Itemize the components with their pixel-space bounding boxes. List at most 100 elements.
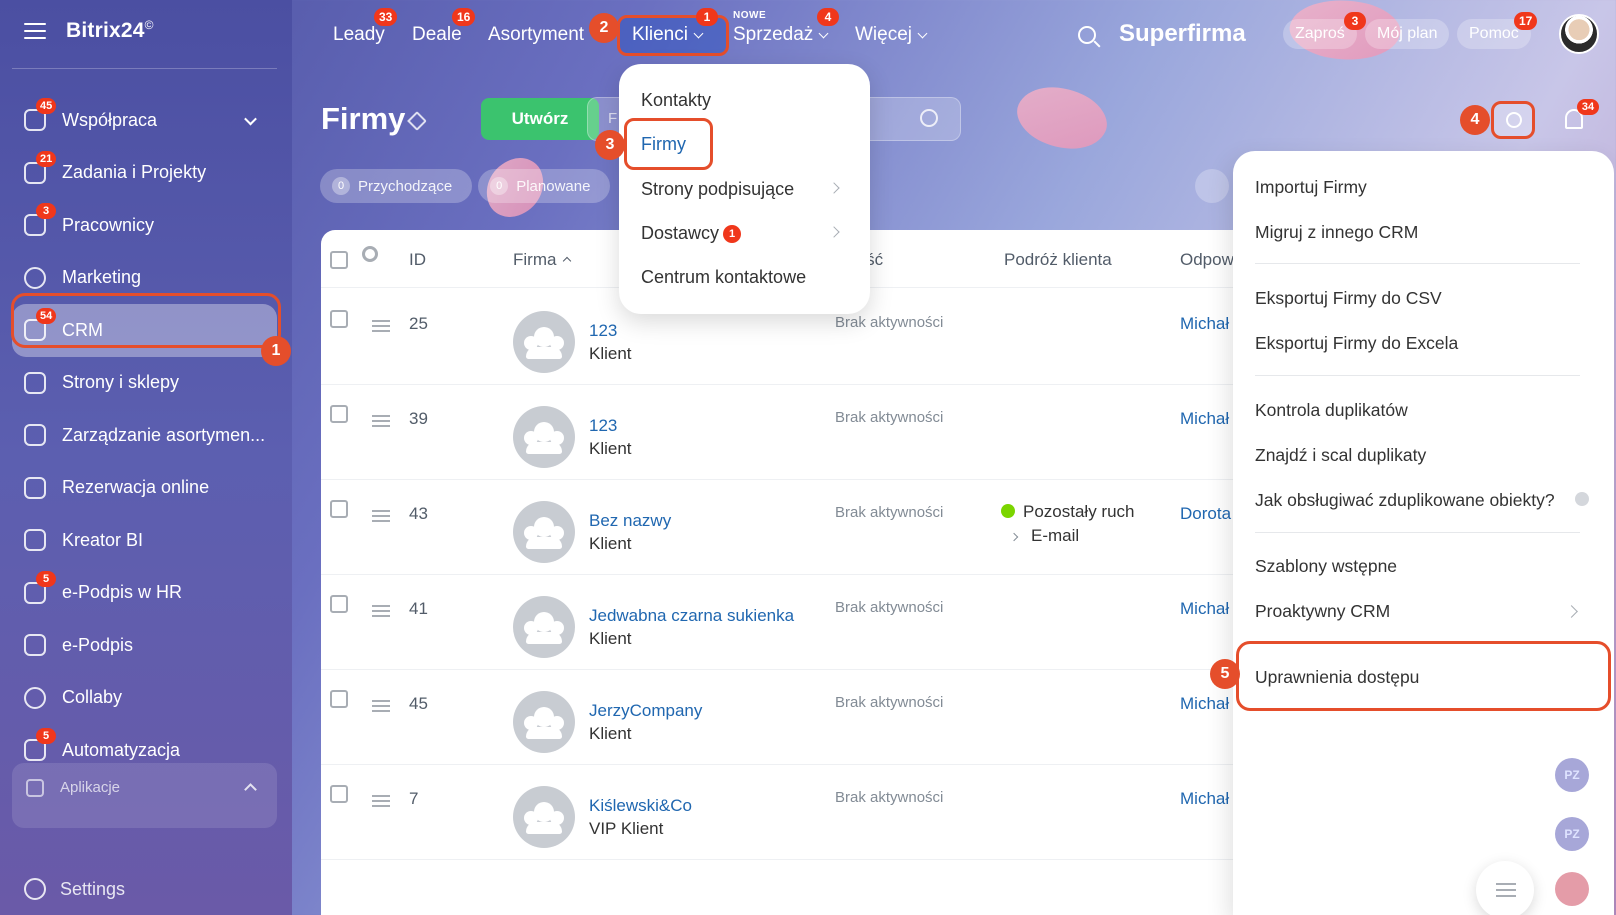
sidebar-item-tasks[interactable]: 21 Zadania i Projekty bbox=[12, 147, 277, 200]
search-icon[interactable] bbox=[1078, 26, 1096, 44]
menu-item-find-merge[interactable]: Znajdź i scal duplikaty bbox=[1255, 445, 1426, 466]
cell-responsible-link[interactable]: Dorota bbox=[1180, 504, 1231, 524]
sidebar-item-esign[interactable]: e-Podpis bbox=[12, 619, 277, 672]
topnav-sprzedaz[interactable]: Sprzedaż bbox=[733, 0, 829, 70]
company-name-link[interactable]: Bez nazwy bbox=[589, 511, 671, 531]
company-avatar-icon bbox=[513, 406, 575, 468]
company-name-link[interactable]: Jedwabna czarna sukienka bbox=[589, 606, 794, 626]
help-icon[interactable] bbox=[1574, 492, 1589, 506]
rail-camera-icon[interactable] bbox=[1555, 872, 1589, 906]
sidebar-item-esign-hr[interactable]: 5 e-Podpis w HR bbox=[12, 567, 277, 620]
drag-handle-icon[interactable] bbox=[372, 320, 390, 332]
topnav-klienci[interactable]: Klienci bbox=[632, 0, 704, 70]
sidebar-nav: 45 Współpraca 21 Zadania i Projekty 3 Pr… bbox=[12, 94, 277, 777]
menu-item-centrum-kontaktowe[interactable]: Centrum kontaktowe bbox=[641, 267, 806, 288]
topnav-asortyment[interactable]: Asortyment bbox=[488, 0, 584, 70]
background-petal bbox=[1008, 71, 1116, 165]
list-settings-button[interactable] bbox=[1491, 101, 1535, 139]
cell-responsible-link[interactable]: Michał bbox=[1180, 409, 1229, 429]
chevron-right-icon bbox=[1565, 605, 1578, 618]
menu-item-duplicate-help[interactable]: Jak obsługiwać zduplikowane obiekty? bbox=[1255, 490, 1589, 511]
list-menu-button[interactable] bbox=[1476, 861, 1534, 915]
sidebar-item-wspolpraca[interactable]: 45 Współpraca bbox=[12, 94, 277, 147]
sidebar-item-employees[interactable]: 3 Pracownicy bbox=[12, 199, 277, 252]
cell-activity: Brak aktywności bbox=[835, 789, 944, 806]
highlight-outline-firmy bbox=[624, 118, 713, 170]
menu-item-kontakty[interactable]: Kontakty bbox=[641, 90, 711, 111]
drag-handle-icon[interactable] bbox=[372, 415, 390, 427]
row-checkbox[interactable] bbox=[330, 690, 348, 708]
drag-handle-icon[interactable] bbox=[372, 795, 390, 807]
company-name-link[interactable]: 123 bbox=[589, 416, 617, 436]
search-icon[interactable] bbox=[920, 109, 938, 127]
sidebar-item-booking[interactable]: Rezerwacja online bbox=[12, 462, 277, 515]
menu-item-import[interactable]: Importuj Firmy bbox=[1255, 177, 1367, 198]
drag-handle-icon[interactable] bbox=[372, 700, 390, 712]
menu-item-templates[interactable]: Szablony wstępne bbox=[1255, 556, 1397, 577]
rail-avatar[interactable]: PZ bbox=[1555, 817, 1589, 851]
column-header-firma[interactable]: Firma bbox=[513, 250, 572, 270]
counter-incoming[interactable]: 0 Przychodzące bbox=[320, 169, 473, 203]
sidebar-item-bi[interactable]: Kreator BI bbox=[12, 514, 277, 567]
counter-badge: 34 bbox=[1577, 99, 1599, 115]
sidebar-settings[interactable]: Settings bbox=[24, 878, 125, 900]
menu-item-strony-podpisujace[interactable]: Strony podpisujące bbox=[641, 179, 794, 200]
create-button[interactable]: Utwórz bbox=[481, 98, 599, 140]
row-checkbox[interactable] bbox=[330, 785, 348, 803]
pin-icon[interactable] bbox=[407, 111, 427, 131]
menu-item-export-excel[interactable]: Eksportuj Firmy do Excela bbox=[1255, 333, 1458, 354]
counter-badge: 4 bbox=[817, 8, 839, 26]
row-checkbox[interactable] bbox=[330, 405, 348, 423]
chevron-up-icon[interactable] bbox=[244, 783, 257, 796]
settings-menu: Importuj Firmy Migruj z innego CRM Ekspo… bbox=[1233, 151, 1614, 915]
cell-responsible-link[interactable]: Michał bbox=[1180, 599, 1229, 619]
drag-handle-icon[interactable] bbox=[372, 605, 390, 617]
cell-id: 25 bbox=[409, 314, 428, 333]
chevron-down-icon bbox=[693, 28, 704, 38]
company-name-link[interactable]: JerzyCompany bbox=[589, 701, 702, 721]
sidebar-item-label: Collaby bbox=[62, 687, 123, 708]
menu-item-duplicate-control[interactable]: Kontrola duplikatów bbox=[1255, 400, 1408, 421]
sidebar-item-collaby[interactable]: Collaby bbox=[12, 672, 277, 725]
company-type: Klient bbox=[589, 629, 632, 648]
menu-item-migrate[interactable]: Migruj z innego CRM bbox=[1255, 222, 1418, 243]
cube-icon bbox=[26, 779, 44, 797]
gear-icon[interactable] bbox=[362, 246, 378, 262]
cell-responsible-link[interactable]: Michał bbox=[1180, 694, 1229, 714]
menu-item-proactive-crm[interactable]: Proaktywny CRM bbox=[1255, 601, 1390, 622]
select-all-checkbox[interactable] bbox=[330, 251, 348, 269]
row-checkbox[interactable] bbox=[330, 500, 348, 518]
drag-handle-icon[interactable] bbox=[372, 510, 390, 522]
brand-logo[interactable]: Bitrix24© bbox=[66, 18, 154, 43]
cell-id: 41 bbox=[409, 599, 428, 618]
row-checkbox[interactable] bbox=[330, 595, 348, 613]
column-header-responsible[interactable]: Odpow bbox=[1180, 250, 1234, 270]
menu-item-export-csv[interactable]: Eksportuj Firmy do CSV bbox=[1255, 288, 1442, 309]
sidebar-item-label: Marketing bbox=[62, 267, 142, 288]
column-header-id[interactable]: ID bbox=[409, 250, 426, 270]
settings-label: Settings bbox=[60, 878, 126, 899]
chevron-down-icon[interactable] bbox=[244, 112, 257, 126]
counter-badge: 21 bbox=[36, 150, 57, 167]
company-name[interactable]: Superfirma bbox=[1119, 20, 1246, 48]
refresh-icon[interactable] bbox=[1195, 169, 1229, 203]
company-name-link[interactable]: 123 bbox=[589, 321, 617, 341]
topnav-wiecej[interactable]: Więcej bbox=[855, 0, 928, 70]
counter-badge: 1 bbox=[723, 225, 742, 243]
counter-planned[interactable]: 0 Planowane bbox=[478, 169, 611, 203]
row-checkbox[interactable] bbox=[330, 310, 348, 328]
counter-badge: 33 bbox=[374, 8, 398, 26]
sidebar-item-inventory[interactable]: Zarządzanie asortymen... bbox=[12, 409, 277, 462]
sidebar-apps-group[interactable]: Aplikacje bbox=[12, 763, 277, 828]
avatar[interactable] bbox=[1559, 14, 1599, 54]
company-name-link[interactable]: Kiślewski&Co bbox=[589, 796, 692, 816]
topnav-label: Asortyment bbox=[488, 24, 585, 45]
rail-avatar[interactable]: PZ bbox=[1555, 758, 1589, 792]
menu-icon[interactable] bbox=[24, 22, 46, 39]
column-header-journey[interactable]: Podróż klienta bbox=[1004, 250, 1112, 270]
sidebar-item-sites[interactable]: Strony i sklepy bbox=[12, 357, 277, 410]
menu-item-dostawcy[interactable]: Dostawcy 1 bbox=[641, 223, 742, 244]
cell-responsible-link[interactable]: Michał bbox=[1180, 314, 1229, 334]
brand: Bitrix24© bbox=[24, 18, 154, 43]
my-plan-button[interactable]: Mój plan bbox=[1365, 19, 1450, 49]
